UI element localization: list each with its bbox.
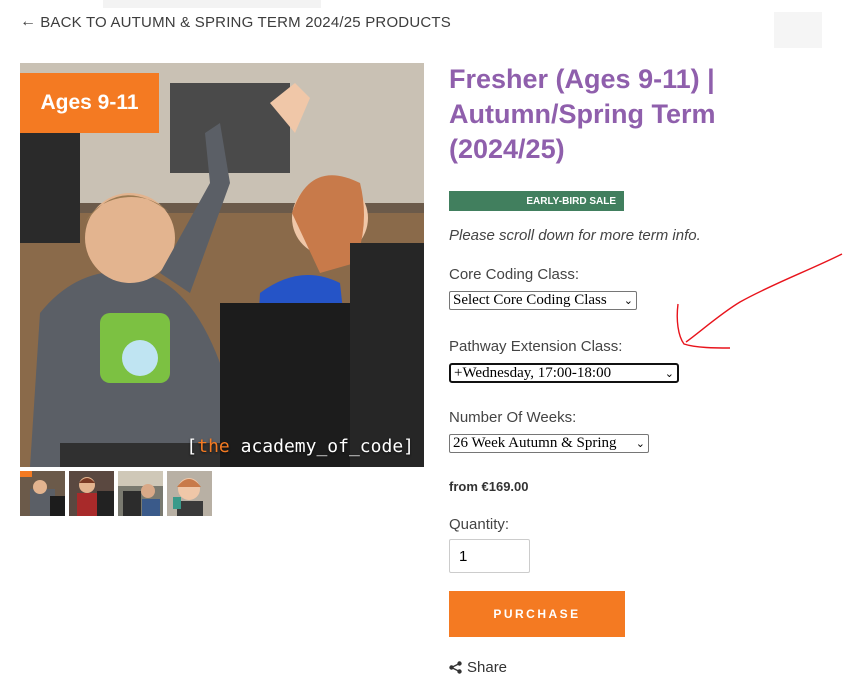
share-icon	[449, 661, 462, 674]
share-link[interactable]: Share	[449, 659, 507, 676]
chevron-down-icon: ⌄	[623, 294, 633, 307]
number-of-weeks-label: Number Of Weeks:	[449, 409, 577, 426]
chevron-down-icon: ⌄	[635, 437, 645, 450]
thumbnail-3[interactable]	[118, 471, 163, 516]
early-bird-sale-badge: EARLY-BIRD SALE	[449, 191, 624, 211]
chevron-down-icon: ⌄	[664, 367, 674, 380]
core-coding-label: Core Coding Class:	[449, 266, 580, 283]
purchase-button[interactable]: PURCHASE	[449, 591, 625, 637]
core-coding-value: Select Core Coding Class	[453, 292, 607, 308]
pathway-extension-select[interactable]: +Wednesday, 17:00-18:00 ⌄	[449, 363, 679, 383]
product-title: Fresher (Ages 9-11) | Autumn/Spring Term…	[449, 64, 716, 164]
number-of-weeks-value: 26 Week Autumn & Spring	[453, 435, 617, 451]
pathway-extension-value: +Wednesday, 17:00-18:00	[454, 364, 612, 381]
header-faint-bar	[103, 0, 321, 8]
number-of-weeks-select[interactable]: 26 Week Autumn & Spring ⌄	[449, 434, 649, 453]
academy-logo: [the academy_of_code]	[186, 436, 414, 457]
product-main-image[interactable]: Ages 9-11 [the academy_of_code]	[20, 63, 424, 467]
red-arrow-annotation	[676, 253, 843, 349]
back-to-products-link[interactable]: ← BACK TO AUTUMN & SPRING TERM 2024/25 P…	[20, 13, 451, 31]
product-price: from €169.00	[449, 479, 529, 494]
cart-icon-box[interactable]	[774, 12, 822, 48]
age-badge: Ages 9-11	[20, 73, 159, 133]
quantity-label: Quantity:	[449, 516, 510, 533]
back-link-label: BACK TO AUTUMN & SPRING TERM 2024/25 PRO…	[40, 13, 451, 31]
thumbnail-strip	[20, 471, 212, 516]
thumbnail-1[interactable]	[20, 471, 65, 516]
core-coding-select[interactable]: Select Core Coding Class ⌄	[449, 291, 637, 310]
left-arrow-icon: ←	[20, 13, 37, 30]
share-label: Share	[467, 659, 508, 676]
thumbnail-4[interactable]	[167, 471, 212, 516]
pathway-extension-label: Pathway Extension Class:	[449, 338, 623, 355]
thumbnail-2[interactable]	[69, 471, 114, 516]
quantity-input[interactable]: 1	[449, 539, 530, 573]
